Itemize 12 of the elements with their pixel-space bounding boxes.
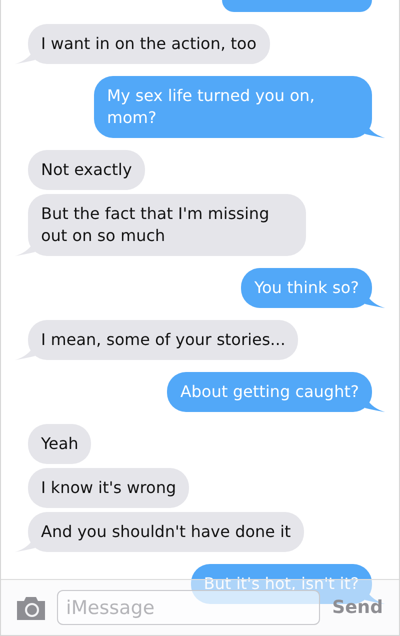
message-bubble: Yeah bbox=[28, 424, 92, 464]
message-bubble: And you shouldn't have done it bbox=[28, 512, 304, 552]
message-bubble: I want in on the action, too bbox=[28, 24, 270, 64]
camera-icon[interactable] bbox=[15, 596, 47, 620]
message-bubble: My sex life turned you on, mom? bbox=[94, 76, 372, 138]
message-bubble: Not exactly bbox=[28, 150, 145, 190]
message-bubble: You think so? bbox=[241, 268, 372, 308]
message-field[interactable]: iMessage bbox=[57, 590, 320, 625]
message-bubble: About getting caught? bbox=[167, 372, 372, 412]
message-bubble: I know it's wrong bbox=[28, 468, 190, 508]
message-bubble: I mean, some of your stories... bbox=[28, 320, 298, 360]
message-bubble: But the fact that I'm missing out on so much bbox=[28, 194, 306, 256]
